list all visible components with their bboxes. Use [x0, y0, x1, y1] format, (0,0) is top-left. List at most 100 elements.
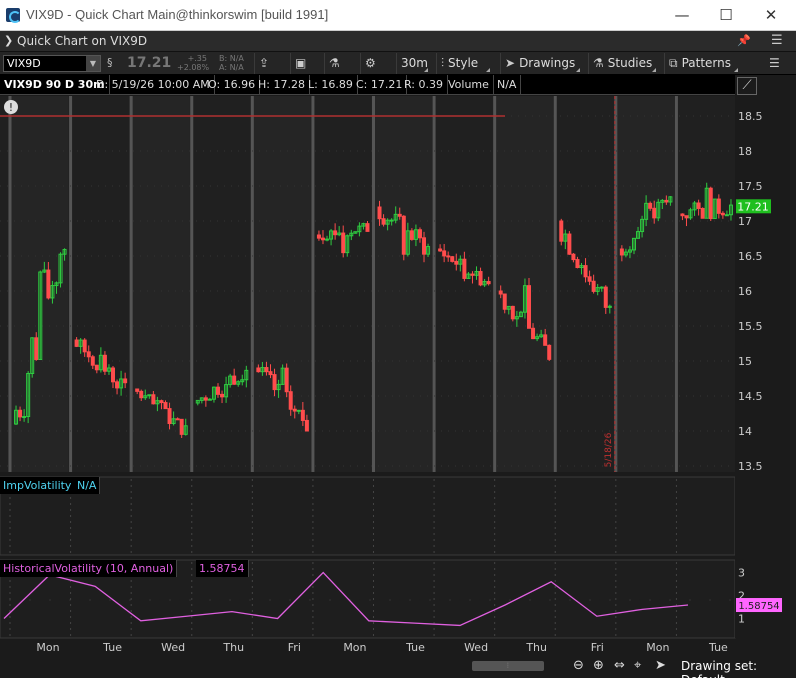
- candle-body: [139, 390, 144, 399]
- candle-body: [203, 397, 208, 401]
- grid-dot: [409, 599, 411, 601]
- candle-body: [34, 337, 39, 360]
- x-axis-day-label: Mon: [36, 641, 59, 654]
- price-tick-label: 18.5: [738, 110, 763, 123]
- x-axis-day-label: Thu: [525, 641, 547, 654]
- candle-body: [167, 408, 172, 425]
- x-axis-day-label: Tue: [405, 641, 425, 654]
- candle-body: [397, 213, 402, 217]
- candle-body: [417, 229, 422, 239]
- x-axis-day-label: Wed: [161, 641, 185, 654]
- candle-body: [567, 233, 572, 255]
- grid-dot: [249, 599, 251, 601]
- crosshair-icon[interactable]: ⌖: [634, 658, 641, 673]
- candle-body: [591, 280, 596, 292]
- candle-body: [86, 351, 91, 358]
- pan-arrows-icon[interactable]: ⇔: [614, 658, 625, 673]
- price-tick-label: 16.5: [738, 250, 763, 263]
- price-tick-label: 15: [738, 355, 752, 368]
- grid-dot: [289, 599, 291, 601]
- candle-body: [90, 356, 95, 366]
- grid-dot: [309, 599, 311, 601]
- candle-body: [179, 418, 184, 435]
- candle-body: [409, 230, 414, 240]
- candle-body: [648, 202, 653, 209]
- candle-body: [18, 409, 23, 418]
- candle-body: [159, 400, 164, 404]
- price-chart[interactable]: 18.5 18 17.5 17 16.5 16 15.5 15 14.5 14 13.5! 5/18/…: [0, 0, 796, 656]
- hv-current-badge-label: 1.58754: [738, 601, 779, 612]
- pointer-icon[interactable]: ➤: [655, 658, 666, 673]
- grid-dot: [29, 599, 31, 601]
- x-axis-day-label: Mon: [646, 641, 669, 654]
- day-shade: [492, 96, 554, 472]
- imp-volatility-label: ImpVolatility: [0, 477, 76, 494]
- grid-dot: [529, 599, 531, 601]
- grid-dot: [569, 599, 571, 601]
- candle-body: [599, 286, 604, 289]
- price-tick-label: 16: [738, 285, 752, 298]
- candle-body: [94, 364, 99, 371]
- grid-dot: [589, 599, 591, 601]
- x-axis-day-label: Mon: [343, 641, 366, 654]
- grid-dot: [109, 599, 111, 601]
- candle-body: [422, 237, 427, 255]
- candle-body: [333, 230, 338, 236]
- price-tick-label: 18: [738, 145, 752, 158]
- horizontal-scrollbar[interactable]: ⋮: [472, 661, 544, 671]
- candle-body: [102, 354, 107, 372]
- candle-body: [115, 381, 120, 389]
- hv-tick-label: 1: [738, 613, 745, 626]
- candle-body: [716, 198, 721, 214]
- grid-dot: [709, 599, 711, 601]
- candle-body: [135, 388, 140, 392]
- hv-tick-label: 3: [738, 567, 745, 580]
- candle-body: [365, 223, 370, 232]
- grid-dot: [9, 599, 11, 601]
- candle-body: [652, 207, 657, 219]
- candle-body: [583, 265, 588, 278]
- grid-dot: [389, 599, 391, 601]
- candle-body: [724, 214, 729, 217]
- grid-dot: [69, 599, 71, 601]
- candle-body: [215, 386, 220, 395]
- grid-dot: [229, 599, 231, 601]
- candle-body: [478, 271, 483, 286]
- grid-dot: [669, 599, 671, 601]
- candle-body: [163, 402, 168, 410]
- candle-body: [175, 418, 180, 421]
- candle-body: [264, 367, 269, 373]
- candle-body: [470, 273, 475, 276]
- candle-body: [708, 187, 713, 220]
- candle-body: [700, 207, 705, 219]
- grid-dot: [149, 599, 151, 601]
- zoom-in-icon[interactable]: ⊕: [593, 658, 604, 673]
- candle-body: [680, 213, 685, 217]
- grid-dot: [189, 599, 191, 601]
- candle-body: [575, 259, 580, 269]
- grid-dot: [729, 599, 731, 601]
- candle-body: [82, 339, 87, 353]
- candle-body: [325, 238, 330, 241]
- x-axis-day-label: Tue: [708, 641, 728, 654]
- candle-body: [151, 394, 156, 405]
- grid-dot: [609, 599, 611, 601]
- current-price-badge-label: 17.21: [737, 200, 769, 213]
- candle-body: [486, 281, 491, 285]
- candle-body: [74, 339, 79, 347]
- candle-body: [619, 248, 624, 256]
- candle-body: [462, 258, 467, 279]
- price-tick-label: 15.5: [738, 320, 763, 333]
- candle-body: [284, 367, 289, 393]
- historical-volatility-label: HistoricalVolatility (10, Annual): [0, 560, 178, 577]
- candle-body: [304, 419, 309, 432]
- x-axis-day-label: Tue: [102, 641, 122, 654]
- day-shade: [371, 96, 433, 472]
- zoom-out-icon[interactable]: ⊖: [573, 658, 584, 673]
- candle-body: [123, 378, 128, 384]
- grid-dot: [469, 599, 471, 601]
- candle-body: [547, 344, 552, 360]
- x-axis-day-label: Fri: [288, 641, 301, 654]
- candle-body: [256, 367, 261, 373]
- grid-dot: [649, 599, 651, 601]
